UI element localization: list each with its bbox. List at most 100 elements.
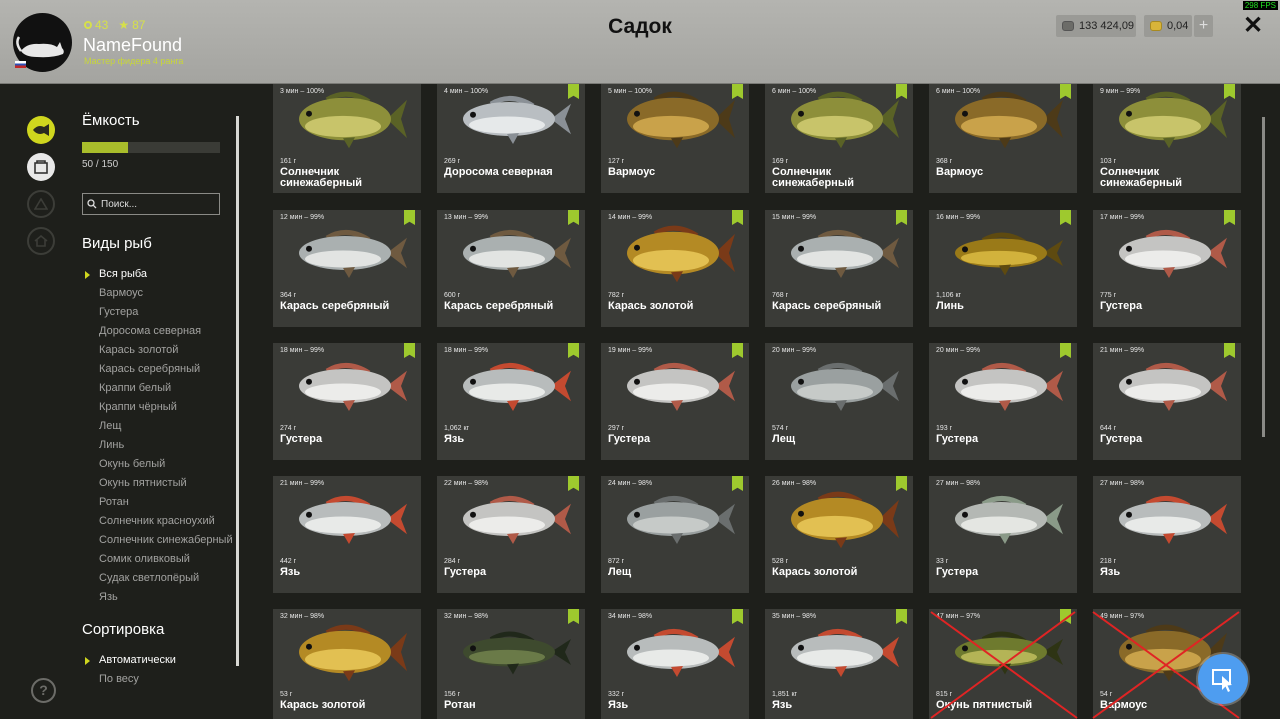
- fish-weight: 156 г: [444, 691, 461, 698]
- fish-name: Карась серебряный: [280, 300, 390, 312]
- fish-name: Линь: [936, 300, 964, 312]
- fish-name: Солнечник синежаберный: [772, 166, 854, 189]
- fish-card[interactable]: 5 мин – 100% 127 г Вармоус: [601, 84, 749, 193]
- fish-image: [611, 617, 739, 687]
- fish-weight: 218 г: [1100, 558, 1117, 565]
- fish-image: [283, 617, 411, 687]
- cursor-icon: [1212, 669, 1232, 692]
- fish-name: Карась золотой: [772, 566, 858, 578]
- fish-image: [775, 351, 903, 421]
- fish-name: Вармоус: [608, 166, 656, 178]
- fish-weight: 332 г: [608, 691, 625, 698]
- fish-weight: 768 г: [772, 292, 789, 299]
- gold-coin-icon: [1150, 21, 1162, 31]
- fish-card[interactable]: 3 мин – 100% 161 г Солнечник синежаберный: [273, 84, 421, 193]
- star-icon: ★: [118, 18, 130, 32]
- fish-weight: 33 г: [936, 558, 949, 565]
- fps-counter: 298 FPS: [1242, 1, 1278, 10]
- fish-card[interactable]: 32 мин – 98% 156 г Ротан: [437, 609, 585, 719]
- fish-weight: 269 г: [444, 158, 461, 165]
- fish-name: Язь: [772, 699, 793, 711]
- fish-card[interactable]: 9 мин – 99% 103 г Солнечник синежаберный: [1093, 84, 1241, 193]
- fish-name: Солнечник синежаберный: [1100, 166, 1182, 189]
- fish-card[interactable]: 21 мин – 99% 442 г Язь: [273, 476, 421, 593]
- fish-card[interactable]: 19 мин – 99% 297 г Густера: [601, 343, 749, 460]
- fish-weight: 161 г: [280, 158, 297, 165]
- pointer-mode-button[interactable]: [1198, 654, 1248, 704]
- fish-card[interactable]: 27 мин – 98% 33 г Густера: [929, 476, 1077, 593]
- fish-weight: 127 г: [608, 158, 625, 165]
- fish-image: [939, 218, 1067, 288]
- fish-image: [283, 218, 411, 288]
- fish-weight: 1,062 кг: [444, 425, 470, 432]
- fish-image: [775, 617, 903, 687]
- fish-name: Ротан: [444, 699, 476, 711]
- fish-card[interactable]: 24 мин – 98% 872 г Лещ: [601, 476, 749, 593]
- fish-name: Язь: [608, 699, 629, 711]
- fish-card[interactable]: 15 мин – 99% 768 г Карась серебряный: [765, 210, 913, 327]
- silver-balance: 133 424,09: [1056, 15, 1136, 37]
- fish-name: Густера: [608, 433, 651, 445]
- silver-value: 133 424,09: [1079, 20, 1135, 32]
- fish-image: [775, 218, 903, 288]
- stars-value: 87: [132, 18, 146, 32]
- fish-image: [611, 484, 739, 554]
- player-rank: Мастер фидера 4 ранга: [84, 56, 184, 66]
- fish-name: Доросома северная: [444, 166, 553, 178]
- fish-weight: 1,851 кг: [772, 691, 798, 698]
- player-stats: 43 ★ 87: [84, 18, 145, 32]
- fish-name: Лещ: [608, 566, 632, 578]
- fish-card[interactable]: 6 мин – 100% 169 г Солнечник синежаберный: [765, 84, 913, 193]
- fish-weight: 103 г: [1100, 158, 1117, 165]
- fish-name: Язь: [444, 433, 465, 445]
- fish-card[interactable]: 20 мин – 99% 574 г Лещ: [765, 343, 913, 460]
- fish-image: [939, 484, 1067, 554]
- fish-image: [447, 218, 575, 288]
- fish-card[interactable]: 13 мин – 99% 600 г Карась серебряный: [437, 210, 585, 327]
- fish-image: [283, 351, 411, 421]
- fish-card[interactable]: 27 мин – 98% 218 г Язь: [1093, 476, 1241, 593]
- fish-weight: 1,106 кг: [936, 292, 962, 299]
- fish-name: Вармоус: [936, 166, 984, 178]
- fish-name: Язь: [1100, 566, 1121, 578]
- fish-name: Карась серебряный: [444, 300, 554, 312]
- fish-card[interactable]: 26 мин – 98% 528 г Карась золотой: [765, 476, 913, 593]
- username: NameFound: [83, 35, 183, 55]
- fish-image: [447, 351, 575, 421]
- fish-name: Густера: [936, 566, 979, 578]
- fish-image: [939, 84, 1067, 154]
- fish-card[interactable]: 21 мин – 99% 644 г Густера: [1093, 343, 1241, 460]
- fish-name: Карась золотой: [608, 300, 694, 312]
- fish-name: Карась серебряный: [772, 300, 882, 312]
- silver-coin-icon: [1062, 21, 1074, 31]
- fish-image: [1103, 218, 1231, 288]
- fish-card[interactable]: 18 мин – 99% 1,062 кг Язь: [437, 343, 585, 460]
- close-button[interactable]: ✕: [1240, 13, 1266, 39]
- fish-card[interactable]: 16 мин – 99% 1,106 кг Линь: [929, 210, 1077, 327]
- fish-weight: 442 г: [280, 558, 297, 565]
- level-value: 43: [95, 18, 109, 32]
- fish-card[interactable]: 34 мин – 98% 332 г Язь: [601, 609, 749, 719]
- gold-balance: 0,04: [1144, 15, 1192, 37]
- fish-name: Густера: [444, 566, 487, 578]
- fish-card[interactable]: 20 мин – 99% 193 г Густера: [929, 343, 1077, 460]
- fish-image: [611, 351, 739, 421]
- fish-card[interactable]: 12 мин – 99% 364 г Карась серебряный: [273, 210, 421, 327]
- fish-name: Солнечник синежаберный: [280, 166, 362, 189]
- fish-card[interactable]: 17 мин – 99% 775 г Густера: [1093, 210, 1241, 327]
- grid-scrollbar[interactable]: [1262, 117, 1265, 437]
- add-gold-button[interactable]: +: [1194, 15, 1213, 37]
- fish-weight: 274 г: [280, 425, 297, 432]
- fish-image: [447, 84, 575, 154]
- fish-weight: 193 г: [936, 425, 953, 432]
- fish-card[interactable]: 35 мин – 98% 1,851 кг Язь: [765, 609, 913, 719]
- fish-card[interactable]: 32 мин – 98% 53 г Карась золотой: [273, 609, 421, 719]
- fish-name: Густера: [936, 433, 979, 445]
- fish-card[interactable]: 22 мин – 98% 284 г Густера: [437, 476, 585, 593]
- fish-card[interactable]: 6 мин – 100% 368 г Вармоус: [929, 84, 1077, 193]
- fish-image: [611, 84, 739, 154]
- fish-card[interactable]: 14 мин – 99% 782 г Карась золотой: [601, 210, 749, 327]
- fish-card[interactable]: 18 мин – 99% 274 г Густера: [273, 343, 421, 460]
- fish-card[interactable]: 4 мин – 100% 269 г Доросома северная: [437, 84, 585, 193]
- fish-image: [775, 484, 903, 554]
